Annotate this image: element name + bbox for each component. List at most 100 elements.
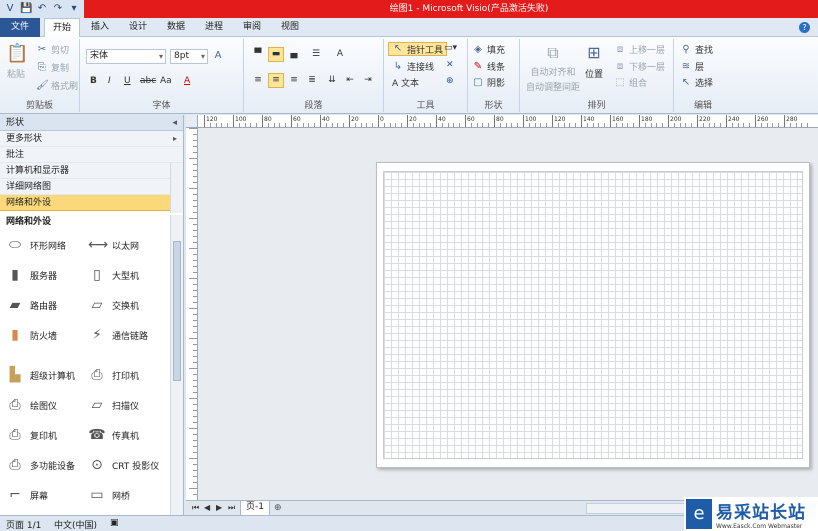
first-page-icon[interactable]: ⏮: [192, 503, 199, 513]
page-number-status[interactable]: 页面 1/1: [6, 518, 41, 531]
auto-align-button[interactable]: ⧉ 自动对齐和 自动调整间距: [526, 43, 580, 93]
shape-ethernet[interactable]: ⟷ 以太网: [88, 233, 172, 257]
vertical-ruler[interactable]: [186, 128, 198, 500]
next-page-icon[interactable]: ▶: [216, 503, 222, 512]
font-name-combo[interactable]: 宋体: [86, 49, 166, 64]
position-button[interactable]: ⊞ 位置: [584, 43, 604, 80]
text-size-icon[interactable]: A: [332, 47, 348, 62]
tab-view[interactable]: 视图: [274, 18, 306, 37]
ruler-minor-tick: [189, 218, 197, 219]
bold-button[interactable]: B: [90, 76, 97, 86]
ruler-minor-tick: [193, 476, 197, 477]
change-case-button[interactable]: Aa: [160, 76, 172, 86]
macro-record-icon[interactable]: ▣: [110, 518, 119, 528]
help-icon[interactable]: ?: [799, 22, 810, 33]
connection-point-icon[interactable]: ⊕: [446, 76, 454, 86]
ruler-minor-tick: [193, 356, 197, 357]
find-button[interactable]: ⚲ 查找: [680, 43, 713, 57]
shape-switch[interactable]: ▱ 交换机: [88, 293, 172, 317]
projector-icon: ⊙: [91, 457, 103, 473]
tab-data[interactable]: 数据: [160, 18, 192, 37]
fill-button[interactable]: ◈ 填充: [472, 43, 505, 57]
tab-home[interactable]: 开始: [44, 18, 80, 38]
shape-multifunction[interactable]: ⎙ 多功能设备: [6, 453, 90, 477]
shape-firewall[interactable]: ▮ 防火墙: [6, 323, 90, 347]
shape-screen[interactable]: ⌐ 屏幕: [6, 483, 90, 507]
rectangle-shape-icon[interactable]: ▭▾: [444, 43, 457, 53]
group-label: 编辑: [693, 101, 712, 111]
tab-file[interactable]: 文件: [0, 18, 40, 37]
shape-supercomputer[interactable]: ▙ 超级计算机: [6, 363, 90, 387]
format-painter-button[interactable]: 🖌 格式刷: [36, 79, 78, 93]
tab-insert[interactable]: 插入: [84, 18, 116, 37]
layers-button[interactable]: ≋ 层: [680, 60, 704, 74]
align-middle-icon[interactable]: ▬: [268, 47, 284, 62]
shape-crt-projector[interactable]: ⊙ CRT 投影仪: [88, 453, 172, 477]
shape-printer[interactable]: ⎙ 打印机: [88, 363, 172, 387]
font-size-combo[interactable]: 8pt: [170, 49, 208, 64]
shape-scanner[interactable]: ▱ 扫描仪: [88, 393, 172, 417]
bring-forward-button[interactable]: ⧈ 上移一层: [614, 43, 665, 57]
stencil-annotations[interactable]: 批注: [0, 147, 183, 163]
strikethrough-button[interactable]: abc: [140, 76, 156, 86]
ruler-minor-tick: [189, 458, 197, 459]
send-backward-button[interactable]: ⧈ 下移一层: [614, 60, 665, 74]
decrease-indent-icon[interactable]: ⇤: [342, 73, 358, 88]
shape-bridge[interactable]: ▭ 网桥: [88, 483, 172, 507]
stencil-scrollbar[interactable]: [170, 163, 183, 213]
stencil-network-peripherals[interactable]: 网络和外设: [0, 195, 183, 211]
collapse-panel-icon[interactable]: ◂: [172, 115, 177, 131]
connector-button[interactable]: ↳ 连接线: [392, 60, 434, 74]
drawing-page[interactable]: [376, 162, 810, 468]
align-top-icon[interactable]: ▀: [250, 47, 266, 62]
tab-review[interactable]: 审阅: [236, 18, 268, 37]
tab-design[interactable]: 设计: [122, 18, 154, 37]
shape-comm-link[interactable]: ⚡ 通信链路: [88, 323, 172, 347]
pointer-tool-button[interactable]: ↖ 指针工具: [388, 42, 448, 56]
align-center-icon[interactable]: ≡: [268, 73, 284, 88]
prev-page-icon[interactable]: ◀: [204, 503, 210, 512]
horizontal-ruler[interactable]: 120 100 80 60 40 20 0 20 40 60 80 100 120 140 160 180 20…: [198, 115, 818, 128]
font-color-button[interactable]: A: [184, 76, 190, 86]
ruler-minor-tick: [193, 374, 197, 375]
line-button[interactable]: ✎ 线条: [472, 60, 505, 74]
shape-mainframe[interactable]: ▯ 大型机: [88, 263, 172, 287]
grow-font-button[interactable]: A: [212, 50, 224, 62]
shape-router[interactable]: ▰ 路由器: [6, 293, 90, 317]
bullets-icon[interactable]: ☰: [308, 47, 324, 62]
cut-button[interactable]: ✂ 剪切: [36, 43, 69, 57]
justify-icon[interactable]: ≣: [304, 73, 320, 88]
align-right-icon[interactable]: ≡: [286, 73, 302, 88]
tab-process[interactable]: 进程: [198, 18, 230, 37]
shape-ring-network[interactable]: ⬭ 环形网络: [6, 233, 90, 257]
insert-page-icon[interactable]: ⊕: [274, 503, 282, 513]
scroll-thumb[interactable]: [173, 241, 181, 381]
last-page-icon[interactable]: ⏭: [228, 503, 235, 513]
italic-button[interactable]: I: [108, 76, 111, 86]
language-status[interactable]: 中文(中国): [54, 518, 97, 531]
supercomputer-icon: ▙: [9, 367, 21, 383]
page-tab[interactable]: 页-1: [240, 501, 270, 516]
increase-indent-icon[interactable]: ⇥: [360, 73, 376, 88]
stencil-more-shapes[interactable]: 更多形状 ▸: [0, 131, 183, 147]
close-icon[interactable]: ✕: [446, 60, 454, 70]
shape-plotter[interactable]: ⎙ 绘图仪: [6, 393, 90, 417]
group-paragraph: ▀ ▬ ▄ ☰ A ≡ ≡ ≡ ≣ ⇊ ⇤ ⇥ 段落: [244, 39, 384, 112]
select-button[interactable]: ↖ 选择: [680, 76, 713, 90]
text-tool-button[interactable]: A 文本: [392, 76, 419, 89]
drawing-canvas[interactable]: [198, 128, 818, 500]
shape-server[interactable]: ▮ 服务器: [6, 263, 90, 287]
copy-button[interactable]: ⎘ 复制: [36, 61, 69, 75]
group-button[interactable]: ⬚ 组合: [614, 76, 647, 90]
shadow-button[interactable]: ▢ 阴影: [472, 76, 505, 90]
underline-button[interactable]: U: [124, 76, 131, 86]
paste-button[interactable]: 📋 粘贴: [6, 43, 28, 80]
align-left-icon[interactable]: ≡: [250, 73, 266, 88]
align-bottom-icon[interactable]: ▄: [286, 47, 302, 62]
shapes-scrollbar[interactable]: [170, 215, 183, 515]
stencil-detailed-network[interactable]: 详细网络图: [0, 179, 183, 195]
shape-copier[interactable]: ⎙ 复印机: [6, 423, 90, 447]
text-direction-icon[interactable]: ⇊: [324, 73, 340, 88]
stencil-computers-monitors[interactable]: 计算机和显示器: [0, 163, 183, 179]
shape-fax[interactable]: ☎ 传真机: [88, 423, 172, 447]
